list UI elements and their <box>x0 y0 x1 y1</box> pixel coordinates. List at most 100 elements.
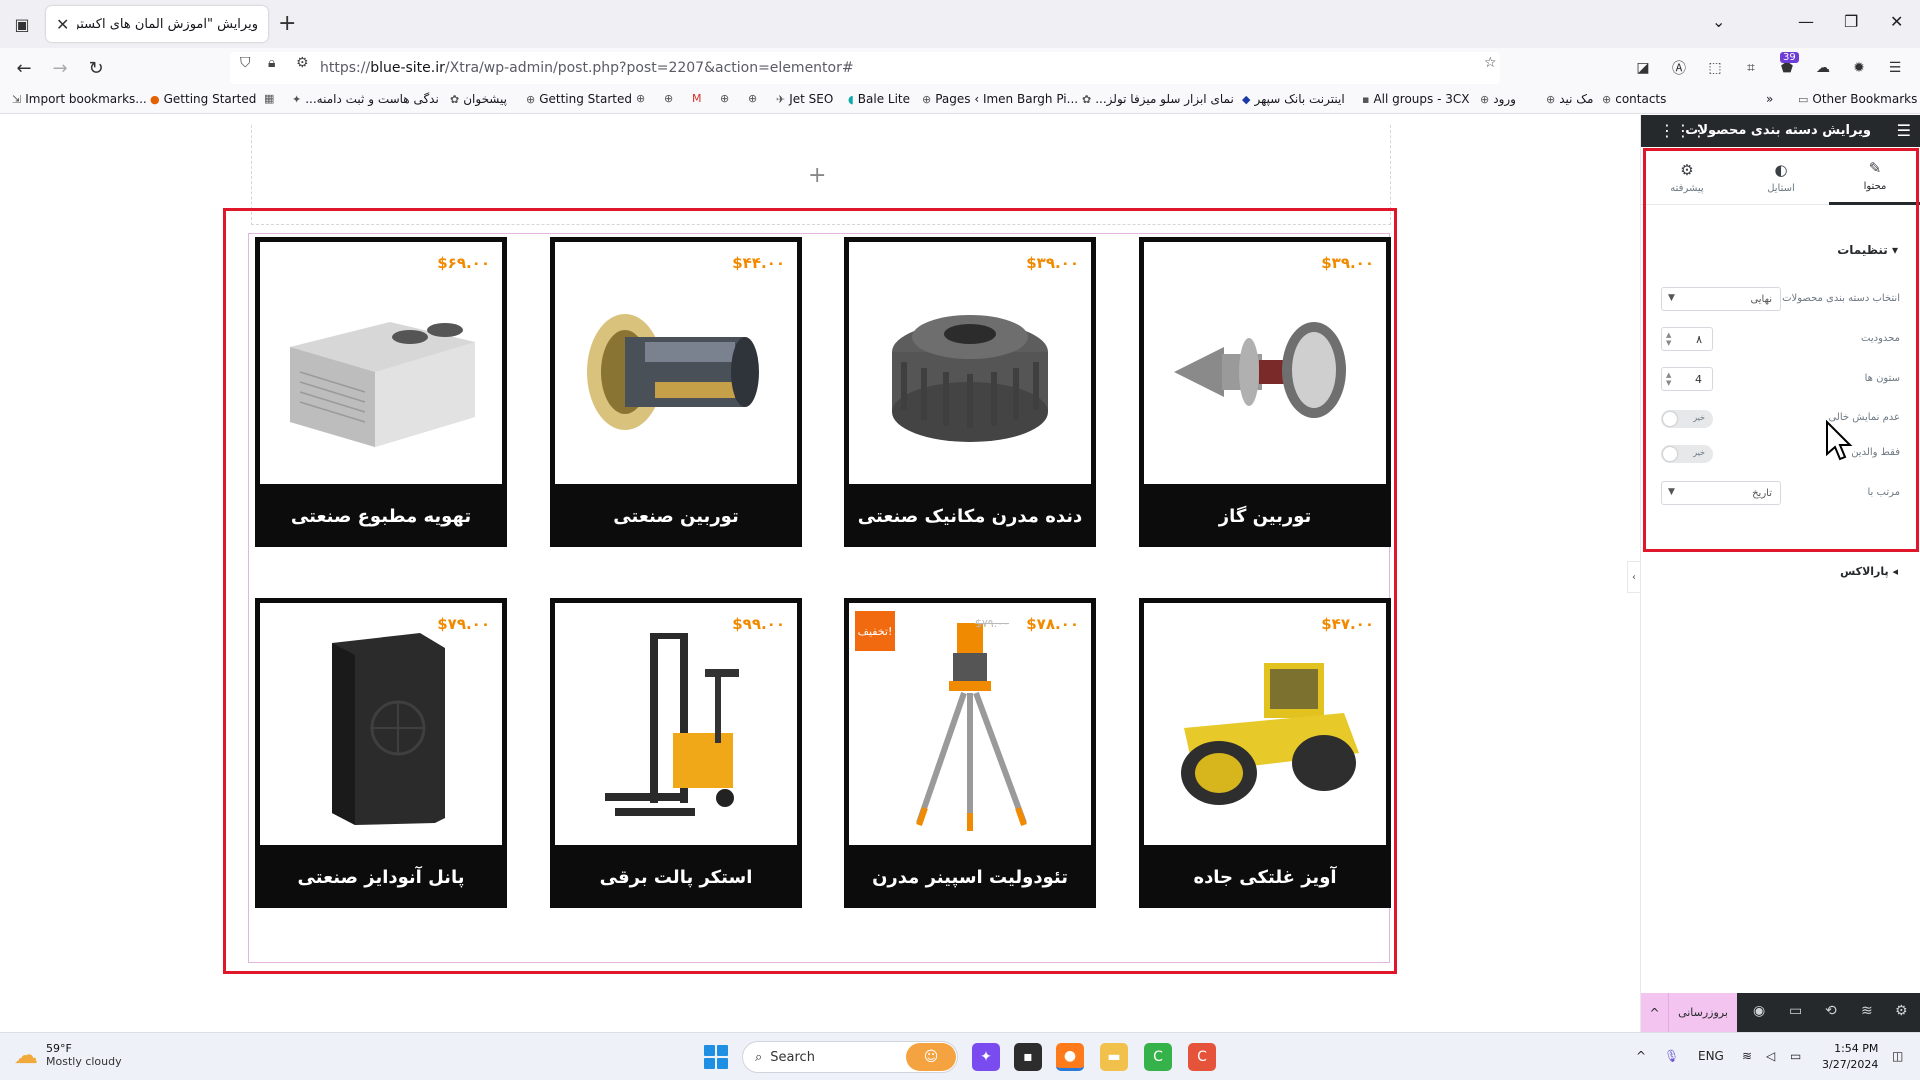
tab-list-icon[interactable]: ▣ <box>10 12 34 36</box>
bookmark-mac[interactable]: ⊕ مک نید <box>1546 92 1593 106</box>
product-image[interactable]: $۳۹.۰۰ <box>1144 242 1386 484</box>
bookmarks-overflow-icon[interactable]: » <box>1766 92 1773 106</box>
product-name[interactable]: تهویه مطبوع صنعتی <box>255 491 507 541</box>
product-name[interactable]: تئودولیت اسپینر مدرن <box>844 852 1096 902</box>
product-name[interactable]: دنده مدرن مکانیک صنعتی <box>844 491 1096 541</box>
bookmark-3cx[interactable]: ▪ All groups - 3CX <box>1362 92 1469 106</box>
language-indicator[interactable]: ENG <box>1698 1049 1724 1063</box>
product-card[interactable]: $۴۴.۰۰ توربین صنعتی <box>550 237 802 547</box>
bookmark-login[interactable]: ⊕ ورود <box>1480 92 1516 106</box>
product-card[interactable]: $۹۹.۰۰ استکر پالت برقی <box>550 598 802 908</box>
shield-icon[interactable]: ⛉ <box>240 55 251 71</box>
product-image[interactable]: $۷۹.۰۰ <box>260 603 502 845</box>
product-image[interactable]: $۴۷.۰۰ <box>1144 603 1386 845</box>
update-button[interactable]: ^ بروزرسانی <box>1641 993 1737 1032</box>
task-view-icon[interactable]: ▪ <box>1014 1043 1042 1071</box>
product-name[interactable]: توربین صنعتی <box>550 491 802 541</box>
forward-icon[interactable]: → <box>48 56 72 80</box>
product-image[interactable]: $۹۹.۰۰ <box>555 603 797 845</box>
menu-icon[interactable]: ☰ <box>1885 58 1905 78</box>
product-card[interactable]: $۳۹.۰۰ توربین گاز <box>1139 237 1391 547</box>
camtasia-green-icon[interactable]: C <box>1144 1043 1172 1071</box>
battery-icon[interactable]: ▭ <box>1790 1049 1801 1063</box>
bookmark-pages[interactable]: ⊕ Pages ‹ Imen Bargh Pi... <box>922 92 1078 106</box>
permissions-icon[interactable]: ⚙︎ <box>296 55 309 71</box>
firefox-taskbar-icon[interactable]: ● <box>1056 1043 1084 1071</box>
account-icon[interactable]: Ⓐ <box>1669 58 1689 78</box>
chevron-down-icon[interactable]: ⌄ <box>1712 12 1725 31</box>
bookmark-import[interactable]: ⇲ Import bookmarks... <box>12 92 147 106</box>
responsive-icon[interactable]: ▭ <box>1789 1003 1802 1019</box>
product-image[interactable]: $۶۹.۰۰ <box>260 242 502 484</box>
window-close-icon[interactable]: ✕ <box>1890 12 1903 31</box>
add-section-plus-icon[interactable]: + <box>808 163 826 188</box>
bookmark-bank[interactable]: ◆ اینترنت بانک سپهر <box>1242 92 1345 106</box>
bookmark-dashboard[interactable]: ✿ پیشخوان <box>450 92 507 106</box>
product-card[interactable]: تخفیف! $۷۹.۰۰ $۷۸.۰۰ تئودولیت اسپینر مدر… <box>844 598 1096 908</box>
microphone-icon[interactable]: 🎙︎ <box>1664 1049 1679 1063</box>
product-image[interactable]: $۳۹.۰۰ <box>849 242 1091 484</box>
bookmark-hosting[interactable]: ✦ ...ندگی هاست و ثبت دامنه <box>292 92 439 106</box>
extensions-icon[interactable]: ⬚ <box>1705 58 1725 78</box>
wifi-icon[interactable]: ≋ <box>1742 1049 1752 1063</box>
back-icon[interactable]: ← <box>12 56 36 80</box>
screen: ▣ ویرایش "آموزش المان های اکسترا – ... ✕… <box>0 0 1920 1080</box>
product-name[interactable]: پانل آنودایز صنعتی <box>255 852 507 902</box>
product-name[interactable]: آویز غلتکی جاده <box>1139 852 1391 902</box>
crop-icon[interactable]: ⌗ <box>1741 58 1761 78</box>
file-explorer-icon[interactable]: ▬ <box>1100 1043 1128 1071</box>
notifications-icon[interactable]: ◫ <box>1892 1049 1903 1063</box>
url-bar[interactable]: https://blue-site.ir/Xtra/wp-admin/post.… <box>230 52 1500 84</box>
preview-eye-icon[interactable]: ◉ <box>1753 1003 1765 1019</box>
new-tab-icon[interactable]: + <box>278 12 296 36</box>
bookmark-contacts[interactable]: ⊕ contacts <box>1602 92 1666 106</box>
product-card[interactable]: $۳۹.۰۰ دنده مدرن مکانیک صنعتی <box>844 237 1096 547</box>
product-image[interactable]: $۴۴.۰۰ <box>555 242 797 484</box>
product-card[interactable]: $۶۹.۰۰ تهویه مطبوع صنعتی <box>255 237 507 547</box>
bookmark-tools[interactable]: ✿ ...نمای ابزار سلو میزفا تولز <box>1082 92 1234 106</box>
navigator-layers-icon[interactable]: ≋ <box>1861 1003 1873 1019</box>
product-name[interactable]: توربین گاز <box>1139 491 1391 541</box>
camtasia-red-icon[interactable]: C <box>1188 1043 1216 1071</box>
reload-icon[interactable]: ↻ <box>84 56 108 80</box>
history-icon[interactable]: ⟲ <box>1825 1003 1837 1019</box>
tray-overflow-icon[interactable]: ^ <box>1636 1049 1646 1063</box>
copilot-icon[interactable]: ✦ <box>972 1043 1000 1071</box>
bookmark-globe-4[interactable]: ⊕ <box>748 92 761 105</box>
weather-widget[interactable]: ☁ 59°F Mostly cloudy <box>14 1041 122 1069</box>
minimize-icon[interactable]: — <box>1798 12 1814 31</box>
sun-extension-icon[interactable]: ✹ <box>1849 58 1869 78</box>
bookmark-jet-seo[interactable]: ✈︎ Jet SEO <box>776 92 833 106</box>
other-bookmarks[interactable]: ▭ Other Bookmarks <box>1798 92 1917 106</box>
pocket-icon[interactable]: ◪ <box>1633 58 1653 78</box>
chevron-up-icon[interactable]: ^ <box>1641 993 1669 1032</box>
bookmark-globe-2[interactable]: ⊕ <box>664 92 677 105</box>
widgets-app-icon[interactable]: ☺ <box>906 1043 956 1071</box>
collapse-panel-icon[interactable]: ‹ <box>1627 561 1641 593</box>
cloud-extension-icon[interactable]: ☁︎ <box>1813 58 1833 78</box>
bookmark-getting-started[interactable]: ● Getting Started <box>150 92 256 106</box>
clock[interactable]: 1:54 PM 3/27/2024 <box>1822 1041 1878 1073</box>
volume-icon[interactable]: ◁ <box>1766 1049 1775 1063</box>
product-name[interactable]: استکر پالت برقی <box>550 852 802 902</box>
close-icon[interactable]: ✕ <box>56 15 69 34</box>
windows-start-icon[interactable] <box>704 1045 728 1069</box>
restore-icon[interactable]: ❐ <box>1844 12 1858 31</box>
bookmark-getting-started-2[interactable]: ⊕ Getting Started <box>526 92 632 106</box>
settings-gear-icon[interactable]: ⚙ <box>1895 1003 1908 1019</box>
lock-icon[interactable]: 🔒︎ <box>268 55 275 71</box>
url-prefix: https:// <box>320 60 371 76</box>
bookmark-calendar[interactable]: ▦ <box>264 92 278 105</box>
bookmark-star-icon[interactable]: ☆ <box>1484 55 1497 71</box>
product-card[interactable]: $۷۹.۰۰ پانل آنودایز صنعتی <box>255 598 507 908</box>
browser-nav-bar: ← → ↻ https://blue-site.ir/Xtra/wp-admin… <box>0 48 1920 88</box>
hamburger-menu-icon[interactable]: ☰ <box>1897 121 1911 140</box>
bookmark-globe-1[interactable]: ⊕ <box>636 92 649 105</box>
product-image[interactable]: تخفیف! $۷۹.۰۰ $۷۸.۰۰ <box>849 603 1091 845</box>
bookmark-bale[interactable]: ◖ Bale Lite <box>848 92 910 106</box>
product-card[interactable]: $۴۷.۰۰ آویز غلتکی جاده <box>1139 598 1391 908</box>
browser-tab-active[interactable]: ویرایش "آموزش المان های اکسترا – ... ✕ <box>46 6 268 42</box>
bookmark-gmail[interactable]: M <box>692 92 706 105</box>
section-parallax-toggle[interactable]: ◂ پارالاکس <box>1840 565 1898 578</box>
bookmark-globe-3[interactable]: ⊕ <box>720 92 733 105</box>
